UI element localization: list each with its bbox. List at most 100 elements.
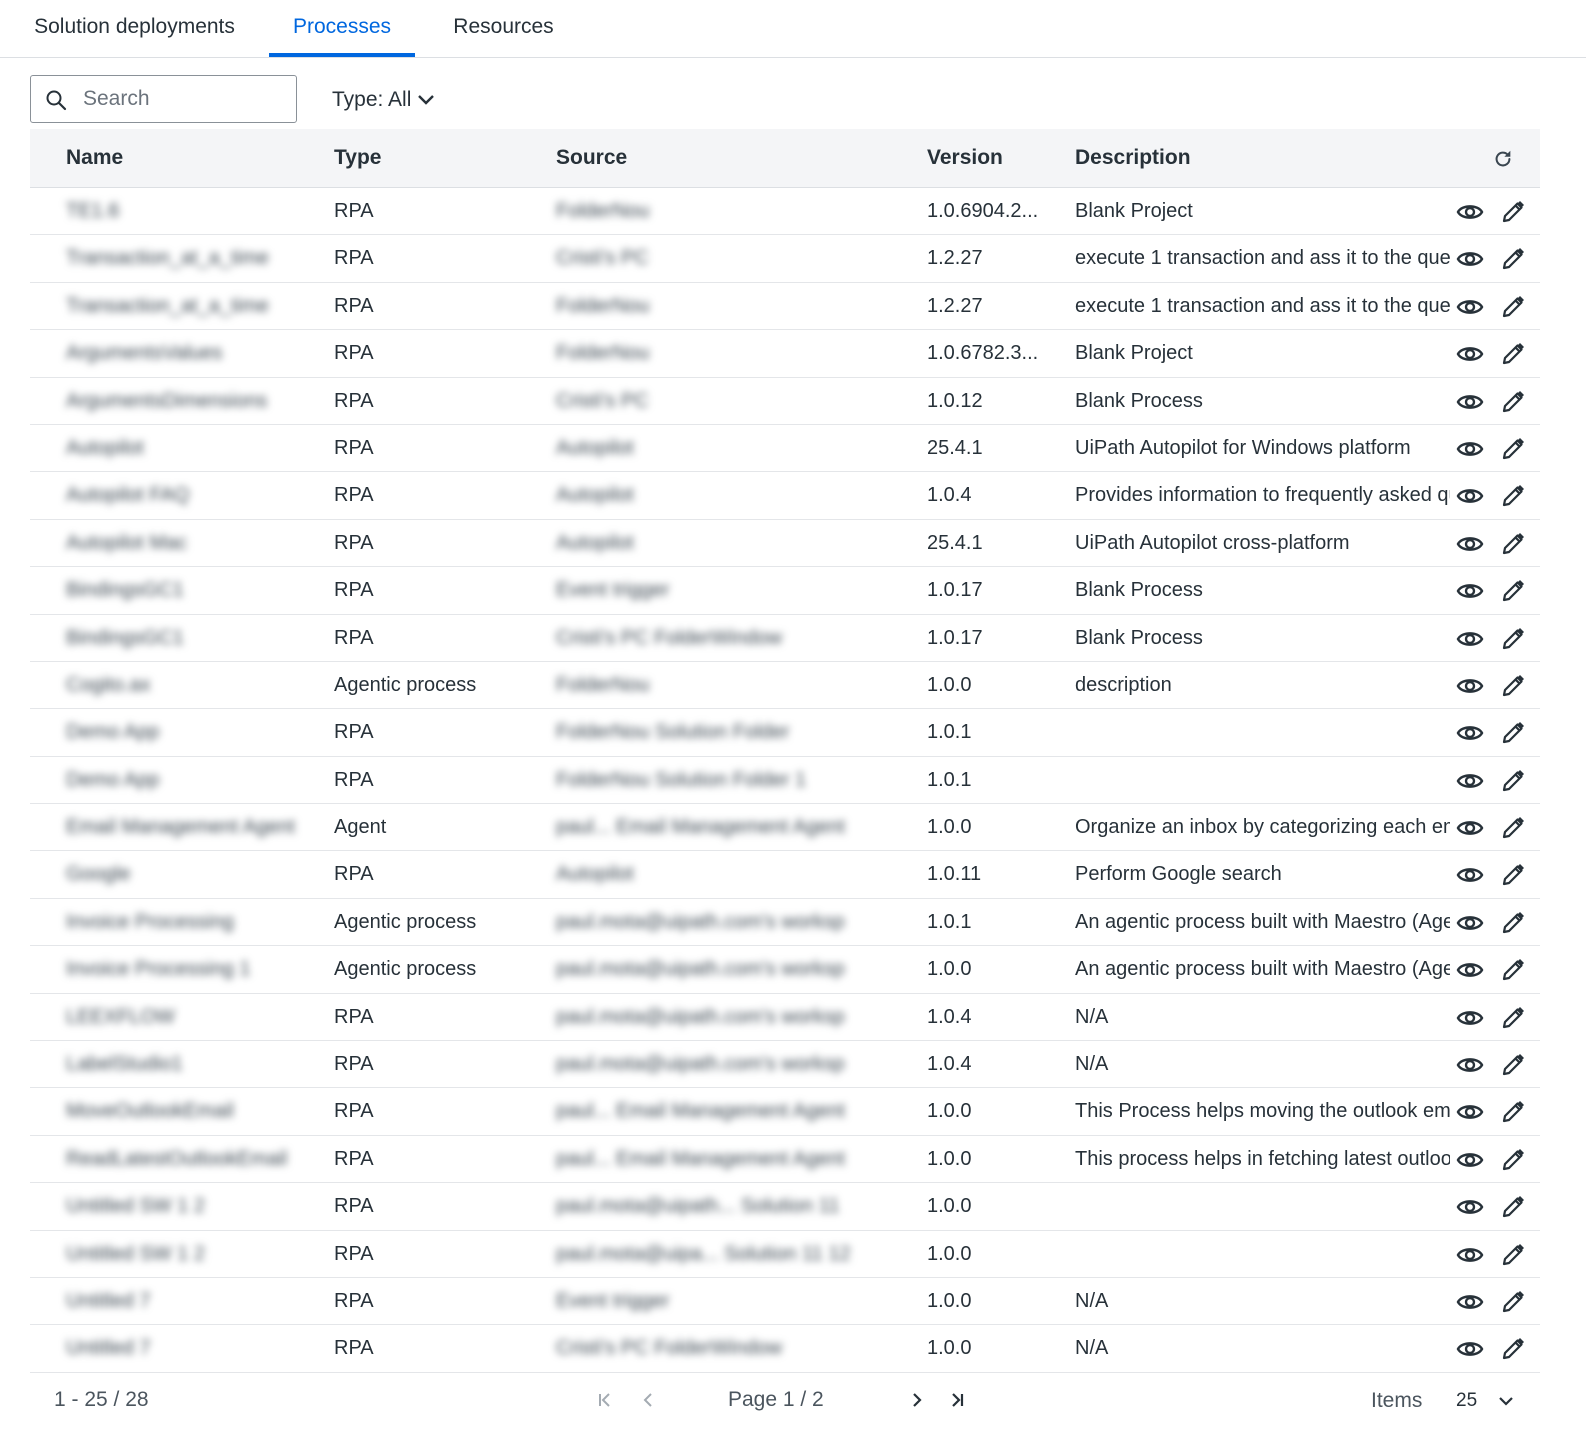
process-name[interactable]: MoveOutlookEmail <box>66 1088 306 1134</box>
search-box[interactable] <box>30 75 297 123</box>
eye-icon[interactable] <box>1456 1147 1484 1173</box>
eye-icon[interactable] <box>1456 341 1484 367</box>
process-name[interactable]: LabelStudio1 <box>66 1041 306 1087</box>
pencil-icon[interactable] <box>1500 1147 1526 1173</box>
table-row[interactable]: Untitled 7 RPA Event trigger 1.0.0 N/A <box>30 1278 1540 1326</box>
eye-icon[interactable] <box>1456 1005 1484 1031</box>
column-header-name[interactable]: Name <box>66 129 123 187</box>
eye-icon[interactable] <box>1456 389 1484 415</box>
pencil-icon[interactable] <box>1500 531 1526 557</box>
refresh-icon[interactable] <box>1492 148 1514 170</box>
tab-resources[interactable]: Resources <box>445 0 562 57</box>
column-header-source[interactable]: Source <box>556 129 627 187</box>
process-name[interactable]: Untitled 7 <box>66 1278 306 1324</box>
pencil-icon[interactable] <box>1500 862 1526 888</box>
table-row[interactable]: ReadLatestOutlookEmail RPA paul... Email… <box>30 1136 1540 1184</box>
pencil-icon[interactable] <box>1500 1242 1526 1268</box>
eye-icon[interactable] <box>1456 1242 1484 1268</box>
process-name[interactable]: LEEXFLOW <box>66 994 306 1040</box>
table-row[interactable]: Invoice Processing 1 Agentic process pau… <box>30 946 1540 994</box>
pencil-icon[interactable] <box>1500 720 1526 746</box>
eye-icon[interactable] <box>1456 957 1484 983</box>
pencil-icon[interactable] <box>1500 199 1526 225</box>
eye-icon[interactable] <box>1456 436 1484 462</box>
pencil-icon[interactable] <box>1500 436 1526 462</box>
process-name[interactable]: Transaction_at_a_time <box>66 235 306 281</box>
table-row[interactable]: LEEXFLOW RPA paul.mota@uipath.com's work… <box>30 994 1540 1042</box>
eye-icon[interactable] <box>1456 1099 1484 1125</box>
pencil-icon[interactable] <box>1500 768 1526 794</box>
pencil-icon[interactable] <box>1500 1194 1526 1220</box>
eye-icon[interactable] <box>1456 531 1484 557</box>
eye-icon[interactable] <box>1456 1336 1484 1362</box>
table-row[interactable]: Transaction_at_a_time RPA FolderNou 1.2.… <box>30 283 1540 331</box>
table-row[interactable]: Untitled 7 RPA Cristi's PC FolderWindow … <box>30 1325 1540 1373</box>
process-name[interactable]: Autopilot Mac <box>66 520 306 566</box>
pencil-icon[interactable] <box>1500 341 1526 367</box>
pencil-icon[interactable] <box>1500 1336 1526 1362</box>
pencil-icon[interactable] <box>1500 673 1526 699</box>
eye-icon[interactable] <box>1456 1289 1484 1315</box>
process-name[interactable]: ArgumentsDimensions <box>66 378 306 424</box>
table-row[interactable]: Untitled SW 1 2 RPA paul.mota@uipa... So… <box>30 1231 1540 1278</box>
tab-processes[interactable]: Processes <box>269 0 415 57</box>
table-row[interactable]: LabelStudio1 RPA paul.mota@uipath.com's … <box>30 1041 1540 1089</box>
tab-solution-deployments[interactable]: Solution deployments <box>22 0 247 57</box>
chevron-left-icon[interactable] <box>640 1388 656 1412</box>
table-row[interactable]: ArgumentsDimensions RPA Cristi's PC 1.0.… <box>30 378 1540 425</box>
process-name[interactable]: Untitled SW 1 2 <box>66 1183 306 1229</box>
pencil-icon[interactable] <box>1500 626 1526 652</box>
table-row[interactable]: Google RPA Autopilot 1.0.11 Perform Goog… <box>30 851 1540 899</box>
table-row[interactable]: Demo App RPA FolderNou Solution Folder 1… <box>30 709 1540 757</box>
table-row[interactable]: Email Management Agent Agent paul... Ema… <box>30 804 1540 852</box>
table-row[interactable]: BindingsGC1 RPA Event trigger 1.0.17 Bla… <box>30 567 1540 615</box>
table-row[interactable]: Autopilot Mac RPA Autopilot 25.4.1 UiPat… <box>30 520 1540 568</box>
column-header-type[interactable]: Type <box>334 129 381 187</box>
chevron-down-icon[interactable] <box>1496 1391 1516 1411</box>
pencil-icon[interactable] <box>1500 910 1526 936</box>
pencil-icon[interactable] <box>1500 957 1526 983</box>
pencil-icon[interactable] <box>1500 389 1526 415</box>
table-row[interactable]: MoveOutlookEmail RPA paul... Email Manag… <box>30 1088 1540 1136</box>
process-name[interactable]: TE1.6 <box>66 188 306 234</box>
process-name[interactable]: Transaction_at_a_time <box>66 283 306 329</box>
search-input[interactable] <box>83 84 283 114</box>
eye-icon[interactable] <box>1456 862 1484 888</box>
table-row[interactable]: Demo App RPA FolderNou Solution Folder 1… <box>30 757 1540 805</box>
pencil-icon[interactable] <box>1500 294 1526 320</box>
pencil-icon[interactable] <box>1500 1099 1526 1125</box>
table-row[interactable]: Cogito.ax Agentic process FolderNou 1.0.… <box>30 662 1540 710</box>
pencil-icon[interactable] <box>1500 483 1526 509</box>
table-row[interactable]: Invoice Processing Agentic process paul.… <box>30 899 1540 947</box>
eye-icon[interactable] <box>1456 199 1484 225</box>
pencil-icon[interactable] <box>1500 246 1526 272</box>
table-row[interactable]: Untitled SW 1 2 RPA paul.mota@uipath... … <box>30 1183 1540 1231</box>
pencil-icon[interactable] <box>1500 1005 1526 1031</box>
eye-icon[interactable] <box>1456 720 1484 746</box>
pencil-icon[interactable] <box>1500 815 1526 841</box>
eye-icon[interactable] <box>1456 768 1484 794</box>
eye-icon[interactable] <box>1456 673 1484 699</box>
eye-icon[interactable] <box>1456 626 1484 652</box>
table-row[interactable]: TE1.6 RPA FolderNou 1.0.6904.2... Blank … <box>30 188 1540 236</box>
eye-icon[interactable] <box>1456 1194 1484 1220</box>
process-name[interactable]: Demo App <box>66 709 306 755</box>
last-page-icon[interactable] <box>948 1388 966 1412</box>
eye-icon[interactable] <box>1456 483 1484 509</box>
process-name[interactable]: ArgumentsValues <box>66 330 306 376</box>
process-name[interactable]: Autopilot FAQ <box>66 472 306 518</box>
pencil-icon[interactable] <box>1500 1289 1526 1315</box>
table-row[interactable]: Autopilot FAQ RPA Autopilot 1.0.4 Provid… <box>30 472 1540 520</box>
process-name[interactable]: Google <box>66 851 306 897</box>
eye-icon[interactable] <box>1456 578 1484 604</box>
first-page-icon[interactable] <box>596 1388 614 1412</box>
eye-icon[interactable] <box>1456 1052 1484 1078</box>
table-row[interactable]: BindingsGC1 RPA Cristi's PC FolderWindow… <box>30 615 1540 662</box>
eye-icon[interactable] <box>1456 815 1484 841</box>
process-name[interactable]: ReadLatestOutlookEmail <box>66 1136 306 1182</box>
table-row[interactable]: Autopilot RPA Autopilot 25.4.1 UiPath Au… <box>30 425 1540 473</box>
process-name[interactable]: Untitled SW 1 2 <box>66 1231 306 1277</box>
process-name[interactable]: BindingsGC1 <box>66 615 306 661</box>
eye-icon[interactable] <box>1456 246 1484 272</box>
process-name[interactable]: Email Management Agent <box>66 804 306 850</box>
